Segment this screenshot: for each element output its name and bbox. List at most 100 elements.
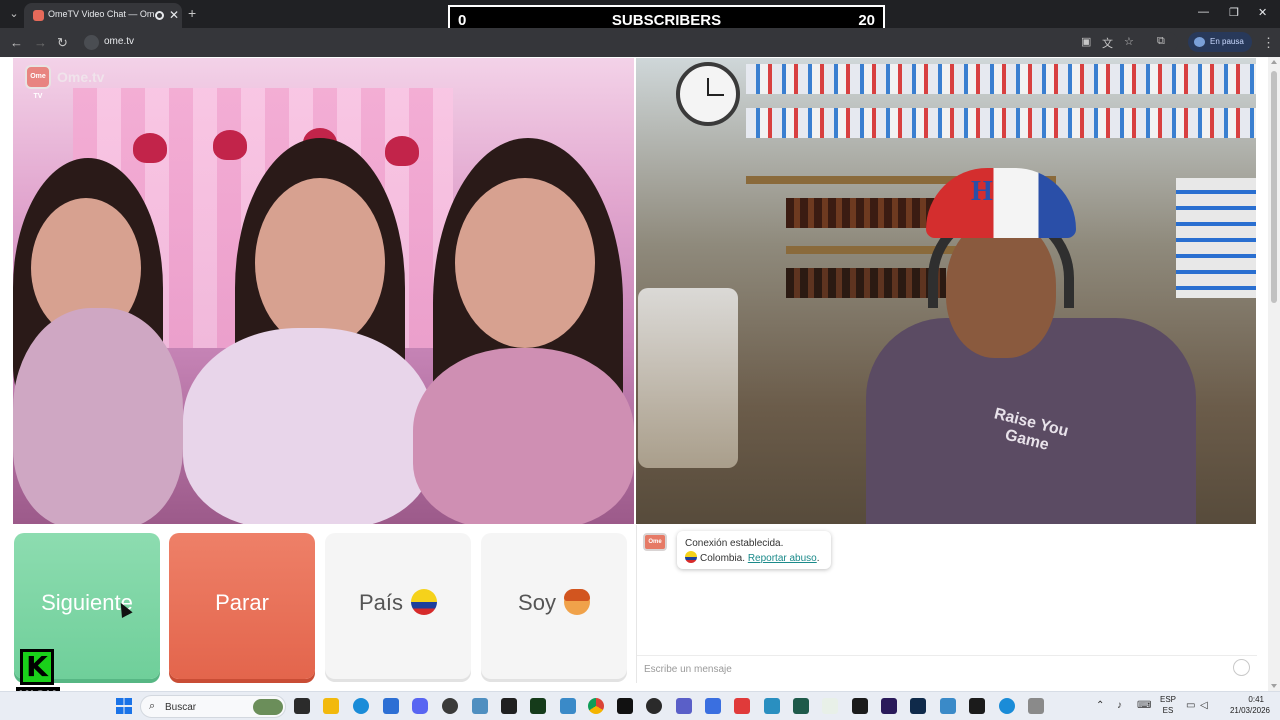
cast-icon[interactable]: ▣ (1081, 35, 1091, 48)
close-window-icon[interactable]: ✕ (1258, 6, 1267, 19)
task-view-icon[interactable] (294, 698, 310, 714)
partner-country: Colombia. (700, 553, 746, 564)
app-icon[interactable] (999, 698, 1015, 714)
store-shelf (786, 246, 956, 254)
obs-icon[interactable] (442, 698, 458, 714)
address-bar[interactable]: ome.tv (80, 32, 1178, 53)
kick-app-icon[interactable] (530, 698, 546, 714)
ometv-logo-text: Ome.tv (57, 69, 105, 85)
local-video: H Raise You Game (636, 58, 1256, 524)
minimize-icon[interactable]: — (1198, 6, 1209, 18)
chrome-icon[interactable] (588, 698, 604, 714)
address-toolbar: ← → ↻ ome.tv ▣ 文 ☆ ⧉ En pausa ⋮ (0, 28, 1280, 57)
ometv-chat-avatar: Ome TV (643, 533, 667, 559)
back-arrow-icon[interactable]: ← (10, 35, 23, 50)
person-face (255, 178, 385, 348)
teams-icon[interactable] (676, 698, 692, 714)
app-icon[interactable] (705, 698, 721, 714)
capcut-icon[interactable] (969, 698, 985, 714)
tab-close-button[interactable]: ✕ (169, 8, 179, 22)
country-button-label: País (358, 590, 404, 615)
monitor-icon[interactable]: ▭ (1186, 700, 1195, 711)
app-icon[interactable] (1028, 698, 1044, 714)
game-icon[interactable] (852, 698, 868, 714)
restore-icon[interactable]: ❐ (1229, 6, 1239, 19)
heart-decoration (133, 133, 167, 163)
scroll-up-arrow-icon[interactable] (1271, 60, 1277, 64)
subscribers-label: SUBSCRIBERS (611, 12, 722, 29)
remote-video: Ome TV Ome.tv (13, 58, 634, 524)
emoji-icon[interactable] (1233, 659, 1250, 676)
app-icon[interactable] (472, 698, 488, 714)
speaker-icon[interactable]: ◁ (1200, 700, 1208, 711)
translate-icon[interactable]: 文 (1102, 35, 1113, 51)
report-link-suffix: . (816, 553, 820, 564)
store-shelf-products (746, 64, 1256, 94)
stop-button[interactable]: Parar (169, 533, 315, 679)
windows-start-icon[interactable] (116, 698, 132, 714)
app-icon[interactable] (560, 698, 576, 714)
extensions-icon[interactable]: ⧉ (1157, 35, 1165, 48)
bottle-shelf (786, 198, 946, 228)
app-icon[interactable] (822, 698, 838, 714)
language-secondary[interactable]: ES (1156, 706, 1180, 715)
heart-decoration (385, 136, 419, 166)
app-icon[interactable] (734, 698, 750, 714)
cap-logo: H (971, 176, 993, 207)
site-info-icon[interactable] (84, 35, 99, 50)
subscribers-goal-count: 20 (858, 12, 875, 29)
chat-panel: Ome TV Conexión establecida. Colombia. R… (636, 525, 1257, 683)
search-icon: ⌕ (149, 700, 156, 712)
keyboard-icon[interactable]: ⌨ (1137, 700, 1151, 711)
discord-icon[interactable] (412, 698, 428, 714)
heart-decoration (213, 130, 247, 160)
message-input[interactable]: Escribe un mensaje (637, 655, 1257, 683)
epic-games-icon[interactable] (501, 698, 517, 714)
scroll-thumb[interactable] (1271, 71, 1277, 303)
taskbar-search[interactable]: ⌕ Buscar (140, 695, 286, 718)
url-text[interactable]: ome.tv (104, 36, 134, 47)
tab-ometv[interactable]: OmeTV Video Chat — Ome ✕ (24, 3, 182, 28)
clock-time[interactable]: 0:41 (1212, 695, 1264, 704)
app-icon[interactable] (793, 698, 809, 714)
app-icon[interactable] (764, 698, 780, 714)
photoshop-icon[interactable] (910, 698, 926, 714)
person-body (183, 328, 433, 524)
file-explorer-icon[interactable] (323, 698, 339, 714)
country-button[interactable]: País (325, 533, 471, 679)
reload-icon[interactable]: ↻ (57, 35, 68, 51)
person-body (413, 348, 634, 524)
bookmark-star-icon[interactable]: ☆ (1124, 35, 1134, 48)
tab-search-chevron-icon[interactable]: ⌄ (6, 6, 22, 22)
colombia-flag-icon (685, 551, 697, 563)
gender-button[interactable]: Soy (481, 533, 627, 679)
profile-pause-chip[interactable]: En pausa (1188, 32, 1252, 52)
store-icon[interactable] (383, 698, 399, 714)
streamer-face (946, 218, 1056, 358)
person-body (13, 308, 183, 524)
premiere-icon[interactable] (881, 698, 897, 714)
app-icon[interactable] (646, 698, 662, 714)
store-shelf-products (746, 108, 1256, 138)
microphone-icon[interactable]: ♪ (1117, 700, 1122, 711)
kick-logo-letter: K (20, 649, 54, 685)
taskbar-search-placeholder: Buscar (165, 702, 197, 713)
edge-icon[interactable] (353, 698, 369, 714)
page-scrollbar[interactable] (1268, 57, 1280, 691)
wall-clock (676, 62, 740, 126)
ometv-logo-badge: Ome TV (25, 65, 51, 100)
tray-chevron-up-icon[interactable]: ⌃ (1096, 700, 1104, 711)
new-tab-button[interactable]: + (188, 5, 196, 21)
app-icon[interactable] (940, 698, 956, 714)
scroll-down-arrow-icon[interactable] (1271, 684, 1277, 688)
ometv-page: Ome TV Ome.tv H Raise You Game Siguiente… (0, 57, 1280, 703)
forward-arrow-icon[interactable]: → (34, 35, 47, 50)
clock-date[interactable]: 21/03/2026 (1212, 706, 1270, 715)
system-message: Conexión establecida. Colombia. Reportar… (677, 531, 831, 569)
language-primary[interactable]: ESP (1156, 695, 1180, 704)
report-abuse-link[interactable]: Reportar abuso (748, 553, 817, 564)
partner-country-line: Colombia. Reportar abuso. (685, 551, 823, 566)
recording-indicator-icon (155, 11, 164, 20)
tiktok-icon[interactable] (617, 698, 633, 714)
browser-menu-icon[interactable]: ⋮ (1262, 35, 1275, 51)
